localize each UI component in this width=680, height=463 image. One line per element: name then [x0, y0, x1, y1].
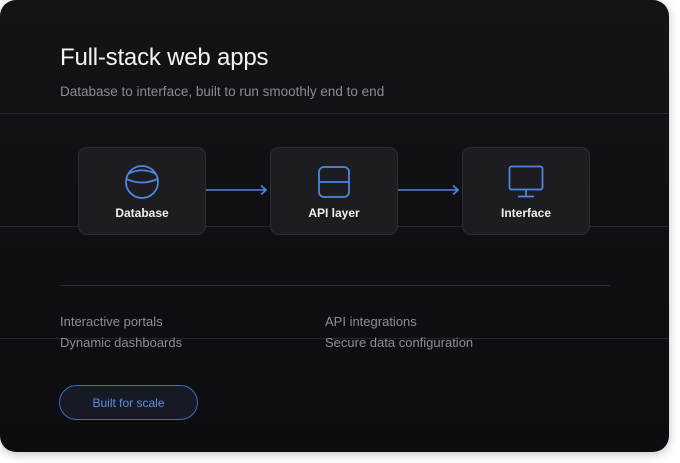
monitor-icon [508, 165, 544, 198]
grid-line [0, 113, 669, 114]
card-title: Full-stack web apps [60, 44, 269, 71]
api-layer-icon [318, 166, 350, 198]
built-for-scale-button[interactable]: Built for scale [59, 385, 198, 420]
flow-node-label: Interface [500, 206, 552, 220]
feature-item: API integrations [325, 314, 417, 329]
database-icon [125, 165, 159, 199]
flow-arrow-icon [206, 184, 268, 196]
section-divider [60, 285, 610, 286]
feature-item: Secure data configuration [325, 335, 474, 350]
feature-item: Dynamic dashboards [60, 335, 183, 350]
flow-node-label: API layer [308, 206, 360, 220]
feature-item: Interactive portals [60, 314, 163, 329]
card-subtitle: Database to interface, built to run smoo… [60, 84, 385, 99]
flow-node-database: Database [78, 147, 206, 235]
flow-arrow-icon [398, 184, 460, 196]
flow-node-interface: Interface [462, 147, 590, 235]
flow-node-label: Database [115, 206, 169, 220]
feature-card: Full-stack web apps Database to interfac… [0, 0, 669, 452]
flow-node-api-layer: API layer [270, 147, 398, 235]
